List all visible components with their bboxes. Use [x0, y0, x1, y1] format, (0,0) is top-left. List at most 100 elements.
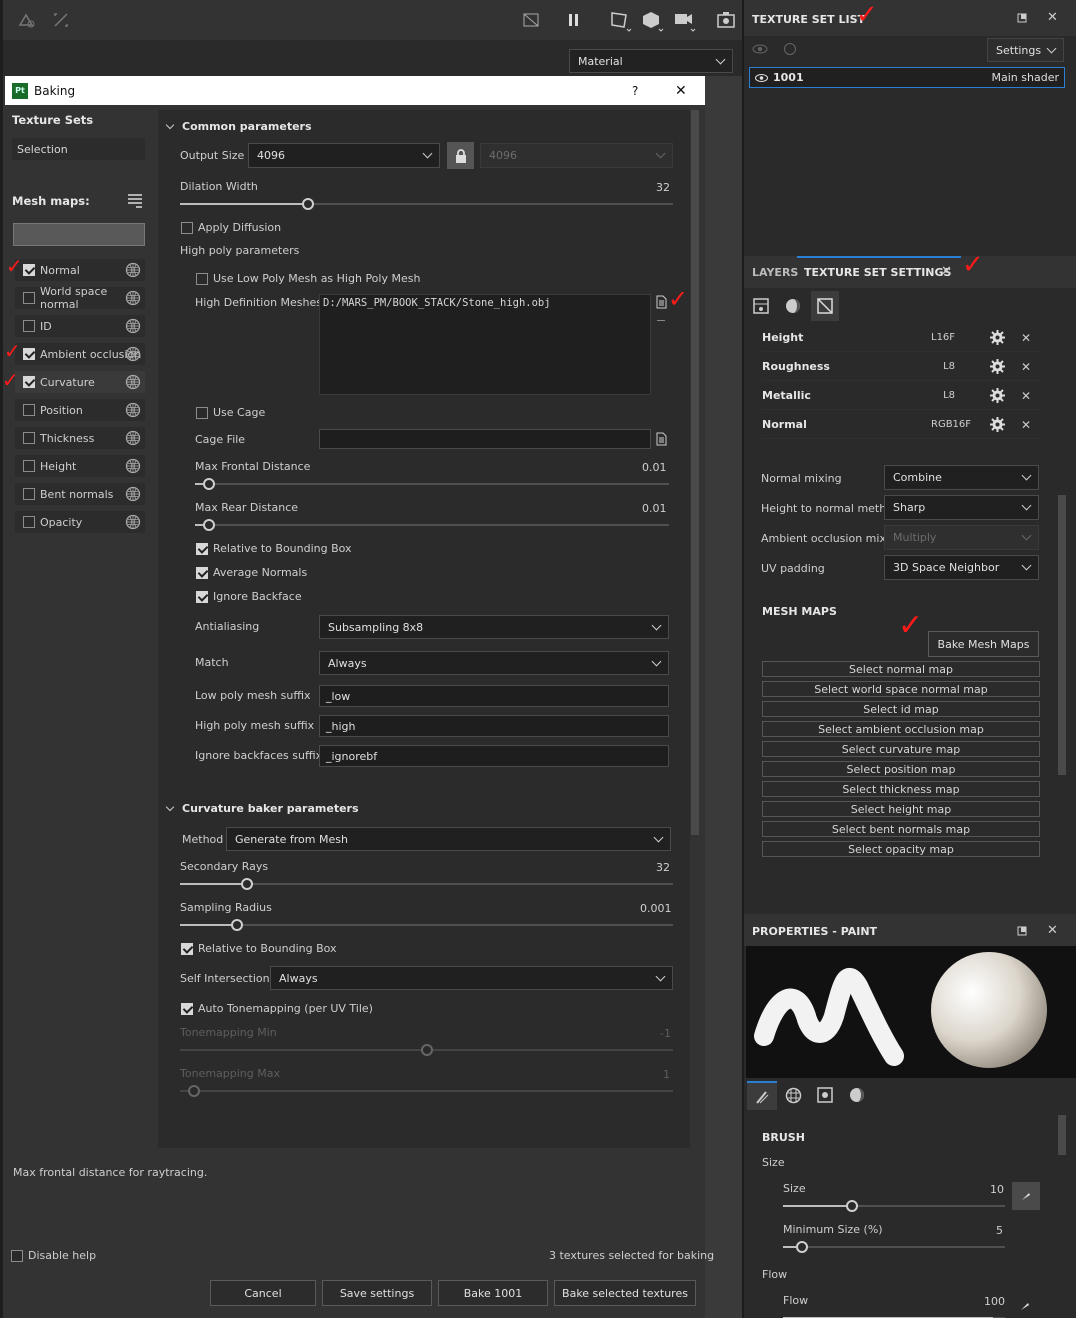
- checkbox[interactable]: [23, 404, 35, 416]
- material-tab-icon[interactable]: [849, 1087, 865, 1103]
- uv-tab[interactable]: [811, 291, 839, 321]
- channel-row[interactable]: Roughness L8 ✕: [761, 353, 1041, 381]
- mesh-map-item[interactable]: Normal: [15, 259, 145, 281]
- gear-icon[interactable]: [990, 417, 1005, 432]
- info-icon[interactable]: [783, 42, 797, 56]
- close-tab-icon[interactable]: ✕: [941, 264, 952, 279]
- flow-slider[interactable]: [783, 1312, 1005, 1318]
- close-panel-icon[interactable]: ✕: [1047, 923, 1058, 938]
- baker-settings-icon[interactable]: [125, 458, 141, 474]
- remove-channel-icon[interactable]: ✕: [1021, 331, 1031, 345]
- checkbox[interactable]: [23, 264, 35, 276]
- baker-settings-icon[interactable]: [125, 346, 141, 362]
- remove-channel-icon[interactable]: ✕: [1021, 360, 1031, 374]
- checkbox[interactable]: [23, 488, 35, 500]
- use-cage-checkbox[interactable]: Use Cage: [196, 406, 265, 419]
- bake-1001-button[interactable]: Bake 1001: [438, 1280, 548, 1306]
- auto-tonemapping-checkbox[interactable]: Auto Tonemapping (per UV Tile): [181, 1002, 373, 1015]
- close-panel-icon[interactable]: ✕: [1047, 10, 1058, 25]
- checkbox[interactable]: [23, 320, 35, 332]
- dialog-titlebar[interactable]: Pt Baking ? ✕: [5, 76, 705, 105]
- tss-scrollbar[interactable]: [1058, 495, 1066, 775]
- lock-button[interactable]: [447, 142, 474, 169]
- mesh-map-item[interactable]: Position: [15, 399, 145, 421]
- mesh-map-item[interactable]: Ambient occlusion: [15, 343, 145, 365]
- sampling-radius-slider[interactable]: [180, 919, 673, 931]
- float-panel-icon[interactable]: [1017, 13, 1027, 23]
- material-tab-icon[interactable]: [784, 297, 802, 315]
- self-intersection-select[interactable]: Always: [270, 966, 673, 990]
- select-map-button[interactable]: Select thickness map: [762, 781, 1040, 797]
- checkbox[interactable]: [23, 460, 35, 472]
- brush-tab[interactable]: [747, 1081, 777, 1110]
- antialiasing-select[interactable]: Subsampling 8x8: [319, 615, 669, 639]
- slider-knob[interactable]: [796, 1241, 808, 1253]
- channel-row[interactable]: Height L16F ✕: [761, 324, 1041, 352]
- bake-selected-button[interactable]: Bake selected textures: [554, 1280, 696, 1306]
- tab-layers[interactable]: LAYERS: [752, 266, 798, 279]
- curvature-params-header[interactable]: Curvature baker parameters: [165, 802, 359, 815]
- file-icon[interactable]: [656, 432, 667, 446]
- cage-file-input[interactable]: [319, 429, 651, 449]
- select-map-button[interactable]: Select position map: [762, 761, 1040, 777]
- checkbox[interactable]: [23, 348, 35, 360]
- slider-knob[interactable]: [846, 1200, 858, 1212]
- secondary-rays-slider[interactable]: [180, 878, 673, 890]
- float-panel-icon[interactable]: [1017, 926, 1027, 936]
- select-map-button[interactable]: Select ambient occlusion map: [762, 721, 1040, 737]
- curv-relative-bbox-checkbox[interactable]: Relative to Bounding Box: [181, 942, 337, 955]
- mesh-map-item[interactable]: ID: [15, 315, 145, 337]
- channel-row[interactable]: Normal RGB16F ✕: [761, 411, 1041, 439]
- mesh-map-item[interactable]: Opacity: [15, 511, 145, 533]
- common-item[interactable]: [13, 223, 145, 246]
- select-map-button[interactable]: Select world space normal map: [762, 681, 1040, 697]
- stencil-tab-icon[interactable]: [817, 1087, 833, 1103]
- baker-settings-icon[interactable]: [125, 430, 141, 446]
- ignore-backface-checkbox[interactable]: Ignore Backface: [196, 590, 302, 603]
- hide-icon[interactable]: [522, 11, 540, 29]
- slider-knob[interactable]: [203, 519, 215, 531]
- slider-knob[interactable]: [302, 198, 314, 210]
- alpha-tab-icon[interactable]: [785, 1087, 802, 1104]
- help-button[interactable]: ?: [632, 84, 638, 98]
- baker-settings-icon[interactable]: [125, 514, 141, 530]
- mesh-map-item[interactable]: Thickness: [15, 427, 145, 449]
- camera-icon[interactable]: [673, 10, 697, 32]
- checkbox[interactable]: [23, 516, 35, 528]
- common-params-header[interactable]: Common parameters: [165, 120, 312, 133]
- select-map-button[interactable]: Select height map: [762, 801, 1040, 817]
- remove-channel-icon[interactable]: ✕: [1021, 418, 1031, 432]
- visibility-icon[interactable]: [752, 43, 768, 55]
- pen-icon[interactable]: [1019, 1300, 1031, 1312]
- gear-icon[interactable]: [990, 388, 1005, 403]
- remove-icon[interactable]: [657, 320, 665, 321]
- cube-view-icon[interactable]: [641, 10, 665, 32]
- channel-row[interactable]: Metallic L8 ✕: [761, 382, 1041, 410]
- checkbox[interactable]: [23, 292, 35, 304]
- baker-settings-icon[interactable]: [125, 318, 141, 334]
- bake-mesh-maps-button[interactable]: Bake Mesh Maps: [928, 631, 1039, 657]
- method-select[interactable]: Generate from Mesh: [226, 827, 671, 851]
- baker-settings-icon[interactable]: [125, 290, 141, 306]
- remove-channel-icon[interactable]: ✕: [1021, 389, 1031, 403]
- normal-mixing-select[interactable]: Combine: [884, 465, 1039, 490]
- low-suffix-input[interactable]: _low: [319, 685, 669, 707]
- baker-settings-icon[interactable]: [125, 486, 141, 502]
- apply-diffusion-checkbox[interactable]: Apply Diffusion: [181, 221, 281, 234]
- checkbox[interactable]: [23, 376, 35, 388]
- tab-texture-set-settings[interactable]: TEXTURE SET SETTINGS: [804, 266, 951, 279]
- cancel-button[interactable]: Cancel: [210, 1280, 316, 1306]
- texture-set-row[interactable]: 1001 Main shader: [749, 67, 1065, 88]
- max-frontal-slider[interactable]: [195, 478, 669, 490]
- slider-knob[interactable]: [231, 919, 243, 931]
- high-suffix-input[interactable]: _high: [319, 715, 669, 737]
- average-normals-checkbox[interactable]: Average Normals: [196, 566, 307, 579]
- baker-settings-icon[interactable]: [125, 402, 141, 418]
- tsl-settings-select[interactable]: Settings: [987, 38, 1064, 62]
- gear-icon[interactable]: [990, 359, 1005, 374]
- list-menu-icon[interactable]: [127, 193, 144, 209]
- mesh-map-item[interactable]: World space normal: [15, 285, 145, 311]
- screenshot-icon[interactable]: [716, 10, 736, 30]
- mesh-map-item[interactable]: Bent normals: [15, 483, 145, 505]
- baker-settings-icon[interactable]: [125, 374, 141, 390]
